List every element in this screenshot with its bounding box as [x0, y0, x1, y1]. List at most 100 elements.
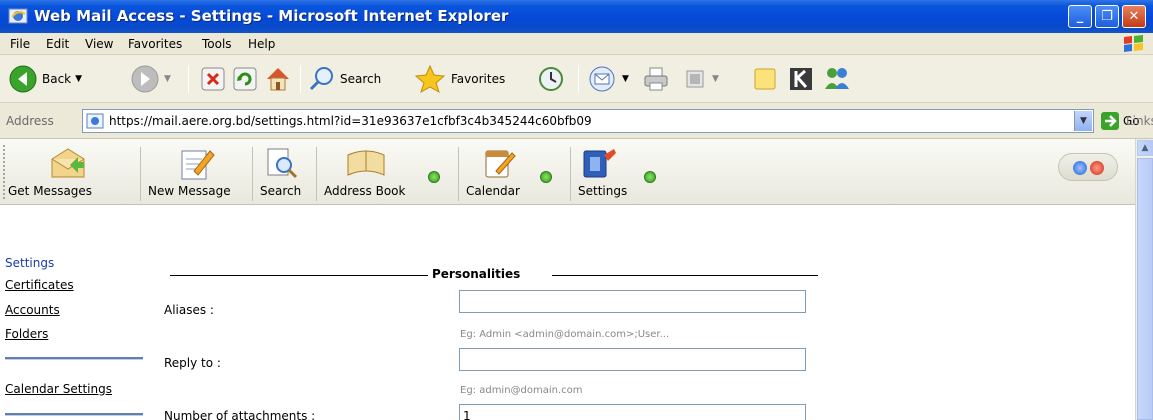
- search-icon: [309, 67, 333, 91]
- search-button[interactable]: Search: [308, 63, 381, 95]
- settings-icon: [583, 149, 616, 178]
- menu-favorites[interactable]: Favorites: [128, 37, 182, 51]
- address-book-label: Address Book: [324, 184, 406, 198]
- toolbar-separator: [570, 147, 571, 201]
- ie-icon: [8, 8, 28, 24]
- note-icon: [754, 68, 776, 90]
- print-button[interactable]: [642, 63, 670, 95]
- menu-tools[interactable]: Tools: [202, 37, 232, 51]
- history-button[interactable]: [537, 63, 565, 95]
- address-dropdown-icon[interactable]: ▼: [1074, 111, 1092, 131]
- k-app-icon: [790, 68, 812, 90]
- settings-button[interactable]: Settings: [576, 139, 666, 205]
- url-text: https://mail.aere.org.bd/settings.html?i…: [109, 114, 592, 128]
- new-message-icon: [181, 150, 215, 180]
- menu-bar: File Edit View Favorites Tools Help: [0, 33, 1153, 55]
- forward-button[interactable]: ▼: [130, 63, 171, 95]
- new-message-button[interactable]: New Message: [146, 139, 246, 205]
- menu-help[interactable]: Help: [248, 37, 275, 51]
- sidebar-divider: [5, 357, 143, 360]
- sidebar-item-accounts[interactable]: Accounts: [5, 303, 60, 317]
- attachments-label: Number of attachments :: [164, 409, 316, 420]
- chevron-down-icon[interactable]: ▼: [712, 74, 719, 84]
- menu-edit[interactable]: Edit: [46, 37, 69, 51]
- window-title: Web Mail Access - Settings - Microsoft I…: [34, 7, 509, 25]
- help-icon[interactable]: [1073, 161, 1087, 175]
- scroll-thumb[interactable]: [1137, 158, 1153, 420]
- sidebar-item-settings[interactable]: Settings: [5, 256, 54, 270]
- chevron-down-icon[interactable]: ▼: [622, 74, 629, 84]
- legend-line: [170, 275, 428, 276]
- stop-icon: [201, 67, 225, 91]
- sidebar-item-certificates[interactable]: Certificates: [5, 278, 74, 292]
- aliases-label: Aliases :: [164, 303, 214, 317]
- get-messages-button[interactable]: Get Messages: [8, 139, 134, 205]
- toolbar-separator: [188, 65, 189, 93]
- search-mail-button[interactable]: Search: [258, 139, 310, 205]
- chevron-down-icon[interactable]: ▼: [75, 74, 82, 84]
- vertical-scrollbar[interactable]: ▲: [1135, 139, 1153, 420]
- address-input[interactable]: https://mail.aere.org.bd/settings.html?i…: [82, 109, 1094, 133]
- sidebar-item-folders[interactable]: Folders: [5, 327, 48, 341]
- reply-to-input[interactable]: [459, 348, 806, 371]
- page-icon: [86, 113, 104, 129]
- forward-arrow-icon: [131, 65, 159, 93]
- get-messages-icon: [51, 148, 85, 178]
- address-book-button[interactable]: Address Book: [322, 139, 452, 205]
- reply-to-label: Reply to :: [164, 356, 221, 370]
- section-title: Personalities: [432, 267, 521, 281]
- settings-dropdown-icon[interactable]: [644, 171, 656, 183]
- toolbar-grip[interactable]: [3, 145, 7, 199]
- edit-button[interactable]: ▼: [682, 63, 719, 95]
- toolbar-separator: [578, 65, 579, 93]
- attachments-input[interactable]: [459, 404, 806, 420]
- stop-button[interactable]: [200, 63, 226, 95]
- messenger-button[interactable]: [822, 63, 852, 95]
- mail-button[interactable]: ▼: [586, 63, 629, 95]
- sidebar-item-calendar-settings[interactable]: Calendar Settings: [5, 382, 112, 396]
- calendar-dropdown-icon[interactable]: [540, 171, 552, 183]
- home-button[interactable]: [264, 63, 292, 95]
- toolbar-separator: [300, 65, 301, 93]
- close-window-button[interactable]: ✕: [1122, 5, 1146, 28]
- chevron-down-icon[interactable]: ▼: [164, 74, 171, 84]
- back-button[interactable]: Back ▼: [8, 63, 82, 95]
- settings-label: Settings: [578, 184, 628, 198]
- toolbar-separator: [458, 147, 459, 201]
- page-content: Get Messages New Message Search Address …: [0, 139, 1153, 420]
- get-messages-label: Get Messages: [8, 184, 93, 198]
- minimize-button[interactable]: _: [1068, 5, 1092, 28]
- favorites-button[interactable]: Favorites: [413, 63, 505, 95]
- menu-file[interactable]: File: [10, 37, 30, 51]
- reply-to-hint: Eg: admin@domain.com: [460, 385, 583, 396]
- calendar-label: Calendar: [466, 184, 520, 198]
- calendar-button[interactable]: Calendar: [464, 139, 564, 205]
- aliases-input[interactable]: [459, 290, 806, 313]
- maximize-button[interactable]: ❐: [1095, 5, 1119, 28]
- home-icon: [267, 68, 289, 91]
- toolbar-separator: [316, 147, 317, 201]
- help-close-group: [1058, 153, 1118, 181]
- new-message-label: New Message: [148, 184, 231, 198]
- favorites-label: Favorites: [451, 72, 506, 86]
- logout-icon[interactable]: [1090, 161, 1104, 175]
- address-book-dropdown-icon[interactable]: [428, 171, 440, 183]
- toolbar-separator: [252, 147, 253, 201]
- links-toolbar[interactable]: Links: [1126, 114, 1153, 128]
- star-icon: [414, 64, 446, 94]
- sidebar-divider: [5, 413, 143, 416]
- refresh-button[interactable]: [232, 63, 258, 95]
- messenger-icon: [825, 68, 849, 89]
- toolbar-separator: [140, 147, 141, 201]
- menu-view[interactable]: View: [85, 37, 113, 51]
- calendar-icon: [485, 150, 516, 178]
- address-bar: Address https://mail.aere.org.bd/setting…: [0, 103, 1153, 139]
- title-bar: Web Mail Access - Settings - Microsoft I…: [0, 0, 1153, 33]
- scroll-up-icon[interactable]: ▲: [1137, 140, 1153, 156]
- k-button[interactable]: [788, 63, 814, 95]
- refresh-icon: [233, 67, 257, 91]
- aliases-hint: Eg: Admin <admin@domain.com>;User...: [460, 329, 670, 340]
- legend-line: [552, 275, 818, 276]
- notes-button[interactable]: [752, 63, 778, 95]
- address-label: Address: [6, 114, 54, 128]
